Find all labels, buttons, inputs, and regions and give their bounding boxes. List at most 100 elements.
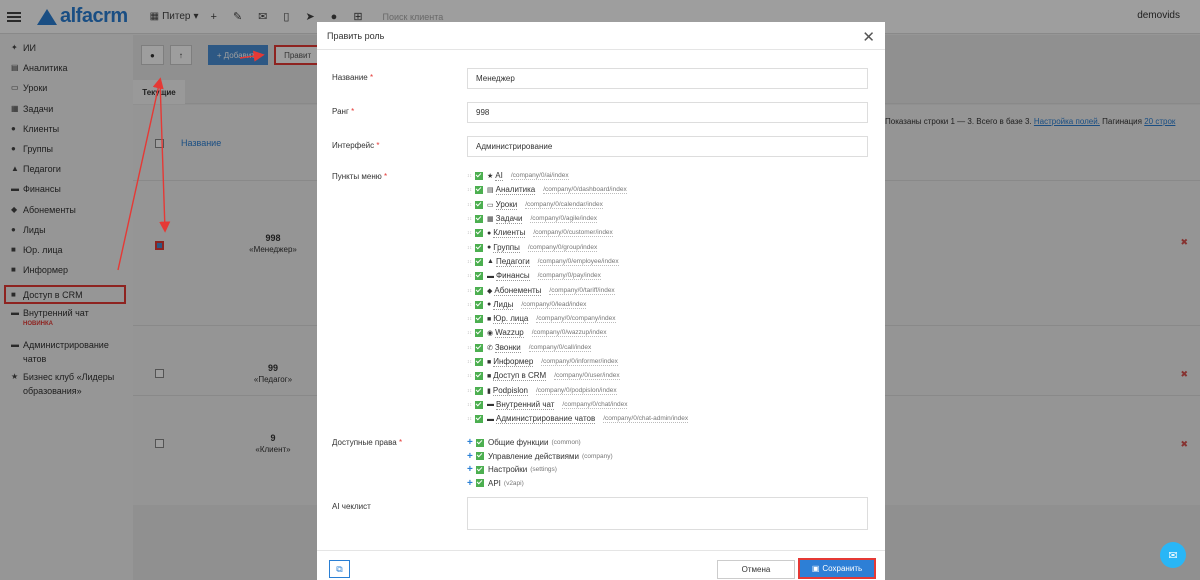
menu-item-name: Задачи bbox=[495, 214, 523, 225]
users-icon: ● bbox=[487, 244, 492, 252]
drag-handle-icon[interactable]: ↕↕ bbox=[467, 230, 475, 236]
drag-handle-icon[interactable]: ↕↕ bbox=[467, 288, 475, 294]
menu-item-url: /company/0/dashboard/index bbox=[543, 186, 627, 195]
right-row[interactable]: + Настройки (settings) bbox=[467, 463, 613, 477]
drag-handle-icon[interactable]: ↕↕ bbox=[467, 216, 475, 222]
ai-checklist-textarea[interactable] bbox=[467, 497, 868, 530]
drag-handle-icon[interactable]: ↕↕ bbox=[467, 302, 475, 308]
menu-item-row[interactable]: ↕↕ ▲ Педагоги/company/0/employee/index bbox=[467, 255, 727, 269]
drag-handle-icon[interactable]: ↕↕ bbox=[467, 345, 475, 351]
calendar-icon: ▭ bbox=[487, 201, 494, 209]
menu-item-url: /company/0/calendar/index bbox=[525, 200, 603, 209]
rank-field[interactable]: 998 bbox=[467, 102, 868, 123]
menu-item-name: Клиенты bbox=[493, 228, 526, 239]
drag-handle-icon[interactable]: ↕↕ bbox=[467, 388, 475, 394]
lock-icon: ■ bbox=[487, 372, 492, 380]
graduation-cap-icon: ▲ bbox=[487, 258, 494, 266]
drag-handle-icon[interactable]: ↕↕ bbox=[467, 416, 475, 422]
briefcase-icon: ■ bbox=[487, 315, 492, 323]
menu-item-checkbox[interactable] bbox=[475, 186, 483, 195]
menu-item-row[interactable]: ↕↕ ◉ Wazzup/company/0/wazzup/index bbox=[467, 326, 727, 340]
menu-item-row[interactable]: ↕↕ ● Клиенты/company/0/customer/index bbox=[467, 226, 727, 240]
menu-item-checkbox[interactable] bbox=[475, 272, 483, 281]
name-field[interactable]: Менеджер bbox=[467, 68, 868, 89]
drag-handle-icon[interactable]: ↕↕ bbox=[467, 259, 475, 265]
floppy-icon: ▣ bbox=[811, 564, 820, 573]
menu-item-row[interactable]: ↕↕ ■ Доступ в CRM/company/0/user/index bbox=[467, 369, 727, 383]
chat-bubble-icon: ✉ bbox=[1168, 549, 1178, 562]
menu-item-checkbox[interactable] bbox=[475, 257, 483, 266]
menu-item-checkbox[interactable] bbox=[475, 372, 483, 381]
menu-item-checkbox[interactable] bbox=[475, 329, 483, 338]
right-checkbox[interactable] bbox=[476, 479, 484, 488]
tasks-icon: ▦ bbox=[487, 216, 494, 224]
menu-item-checkbox[interactable] bbox=[475, 315, 483, 324]
menu-item-checkbox[interactable] bbox=[475, 400, 483, 409]
menu-item-checkbox[interactable] bbox=[475, 386, 483, 395]
right-code: (settings) bbox=[530, 466, 557, 474]
right-checkbox[interactable] bbox=[476, 465, 484, 474]
menu-item-checkbox[interactable] bbox=[475, 172, 483, 181]
menu-item-url: /company/0/wazzup/index bbox=[531, 329, 607, 338]
menu-item-row[interactable]: ↕↕ ▬ Администрирование чатов/company/0/cha… bbox=[467, 412, 727, 426]
cancel-button[interactable]: Отмена bbox=[717, 560, 795, 579]
drag-handle-icon[interactable]: ↕↕ bbox=[467, 173, 475, 179]
drag-handle-icon[interactable]: ↕↕ bbox=[467, 373, 475, 379]
expand-plus-icon[interactable]: + bbox=[467, 478, 476, 489]
menu-item-row[interactable]: ↕↕ ▭ Уроки/company/0/calendar/index bbox=[467, 198, 727, 212]
save-button[interactable]: ▣ Сохранить bbox=[798, 558, 876, 579]
menu-item-row[interactable]: ↕↕ ■ Информер/company/0/informer/index bbox=[467, 355, 727, 369]
menu-item-row[interactable]: ↕↕ ▬ Финансы/company/0/pay/index bbox=[467, 269, 727, 283]
menu-item-checkbox[interactable] bbox=[475, 358, 483, 366]
right-checkbox[interactable] bbox=[476, 452, 484, 461]
drag-handle-icon[interactable]: ↕↕ bbox=[467, 202, 475, 208]
drag-handle-icon[interactable]: ↕↕ bbox=[467, 273, 475, 279]
modal-header: Править роль ✕ bbox=[317, 22, 885, 50]
interface-select[interactable]: Администрирование bbox=[467, 136, 868, 157]
menu-item-checkbox[interactable] bbox=[475, 200, 483, 209]
menu-item-row[interactable]: ↕↕ ✆ Звонки/company/0/call/index bbox=[467, 341, 727, 355]
menu-item-row[interactable]: ↕↕ ▮ Podpislon/company/0/podpislon/index bbox=[467, 383, 727, 397]
drag-handle-icon[interactable]: ↕↕ bbox=[467, 316, 475, 322]
drag-handle-icon[interactable]: ↕↕ bbox=[467, 359, 475, 365]
menu-item-checkbox[interactable] bbox=[475, 300, 483, 309]
right-name: Настройки bbox=[488, 465, 528, 475]
ai-checklist-label: AI чеклист bbox=[332, 502, 371, 511]
menu-item-name: Звонки bbox=[494, 342, 521, 353]
menu-item-checkbox[interactable] bbox=[475, 343, 483, 352]
expand-plus-icon[interactable]: + bbox=[467, 464, 476, 475]
edit-role-modal: Править роль ✕ Название * Менеджер Ранг … bbox=[317, 22, 885, 580]
support-chat-button[interactable]: ✉ bbox=[1160, 542, 1186, 568]
menu-item-row[interactable]: ↕↕ ▤ Аналитика/company/0/dashboard/index bbox=[467, 183, 727, 197]
rank-label: Ранг * bbox=[332, 107, 355, 116]
menu-item-row[interactable]: ↕↕ ● Группы/company/0/group/index bbox=[467, 240, 727, 254]
menu-item-checkbox[interactable] bbox=[475, 229, 483, 238]
menu-item-checkbox[interactable] bbox=[475, 415, 483, 424]
menu-item-row[interactable]: ↕↕ ■ Юр. лица/company/0/company/index bbox=[467, 312, 727, 326]
right-name: API bbox=[488, 478, 501, 488]
right-row[interactable]: + Общие функции (common) bbox=[467, 436, 613, 450]
right-row[interactable]: + API (v2api) bbox=[467, 477, 613, 491]
right-code: (company) bbox=[581, 452, 613, 460]
expand-plus-icon[interactable]: + bbox=[467, 451, 476, 462]
close-icon[interactable]: ✕ bbox=[862, 28, 875, 46]
menu-item-row[interactable]: ↕↕ ▬ Внутренний чат/company/0/chat/index bbox=[467, 398, 727, 412]
menu-item-row[interactable]: ↕↕ ★ AI/company/0/ai/index bbox=[467, 169, 727, 183]
right-checkbox[interactable] bbox=[476, 438, 484, 447]
drag-handle-icon[interactable]: ↕↕ bbox=[467, 402, 475, 408]
menu-item-row[interactable]: ↕↕ ▦ Задачи/company/0/agile/index bbox=[467, 212, 727, 226]
expand-plus-icon[interactable]: + bbox=[467, 437, 476, 448]
menu-item-url: /company/0/pay/index bbox=[537, 272, 601, 281]
right-row[interactable]: + Управление действиями (company) bbox=[467, 450, 613, 464]
menu-item-row[interactable]: ↕↕ ● Лиды/company/0/lead/index bbox=[467, 298, 727, 312]
drag-handle-icon[interactable]: ↕↕ bbox=[467, 330, 475, 336]
whatsapp-icon: ◉ bbox=[487, 330, 494, 338]
drag-handle-icon[interactable]: ↕↕ bbox=[467, 245, 475, 251]
menu-item-name: Группы bbox=[493, 242, 520, 253]
menu-item-checkbox[interactable] bbox=[475, 286, 483, 295]
menu-item-checkbox[interactable] bbox=[475, 243, 483, 252]
menu-item-row[interactable]: ↕↕ ◆ Абонементы/company/0/tariff/index bbox=[467, 283, 727, 297]
copy-icon[interactable]: ⧉ bbox=[329, 560, 350, 578]
drag-handle-icon[interactable]: ↕↕ bbox=[467, 187, 475, 193]
menu-item-checkbox[interactable] bbox=[475, 215, 483, 224]
